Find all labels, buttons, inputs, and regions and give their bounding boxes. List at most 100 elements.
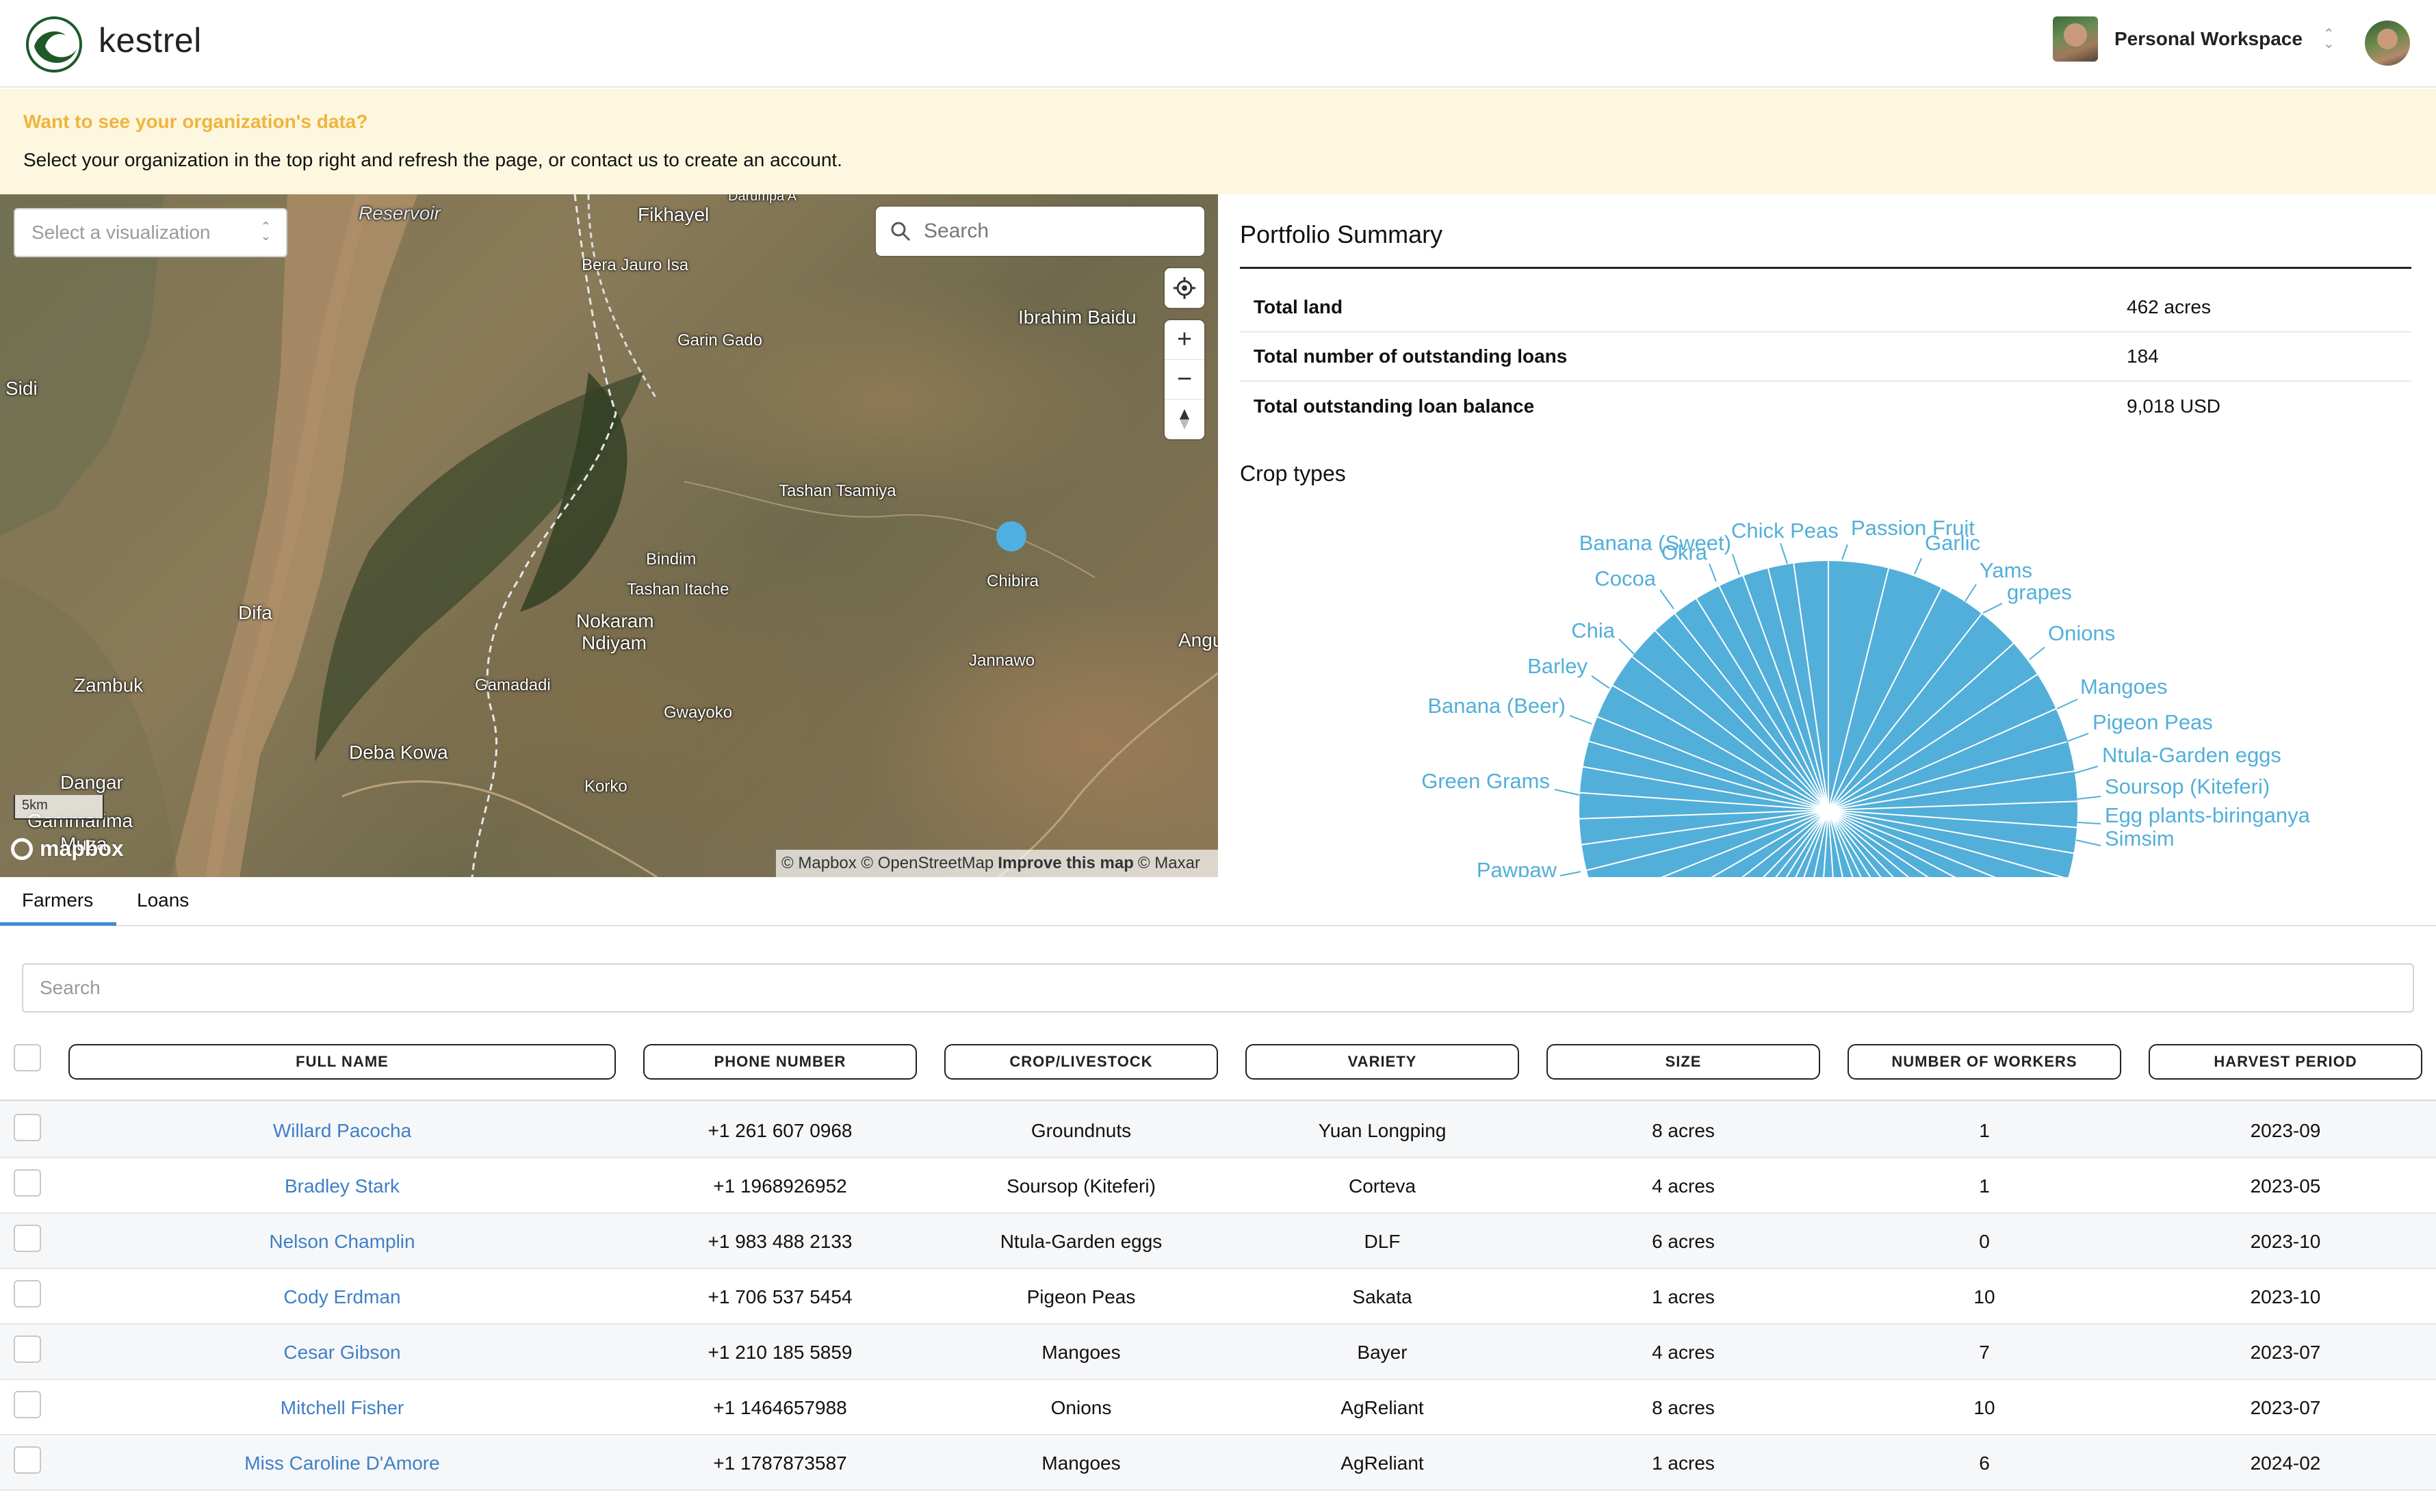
cell-size: 8 acres: [1652, 1119, 1715, 1141]
cell-full-name[interactable]: Cody Erdman: [68, 1269, 616, 1325]
geolocate-button[interactable]: [1165, 268, 1204, 308]
cell-workers: 0: [1979, 1230, 1990, 1252]
cell-phone: +1 706 537 5454: [708, 1286, 853, 1307]
map-search-placeholder: Search: [924, 220, 989, 242]
row-checkbox[interactable]: [14, 1114, 41, 1141]
table-search-input[interactable]: Search: [22, 963, 2414, 1013]
row-checkbox[interactable]: [14, 1335, 41, 1363]
user-avatar[interactable]: [2365, 21, 2410, 66]
pie-label: Green Grams: [1421, 769, 1550, 793]
reset-bearing-button[interactable]: [1165, 400, 1204, 439]
map-label-angu: Angu: [1178, 629, 1218, 651]
geolocate-control[interactable]: [1165, 268, 1204, 308]
kestrel-logo-icon[interactable]: [25, 15, 83, 74]
banner-text: Select your organization in the top righ…: [23, 149, 842, 170]
cell-harvest: 2023-10: [2250, 1286, 2321, 1307]
table-row[interactable]: Nelson Champlin +1 983 488 2133 Ntula-Gard…: [0, 1214, 2436, 1269]
attribution-maxar[interactable]: © Maxar: [1138, 854, 1200, 873]
attribution-osm[interactable]: © OpenStreetMap: [861, 854, 994, 873]
column-header-full-name[interactable]: FULL NAME: [68, 1044, 616, 1080]
farm-location-marker[interactable]: [996, 521, 1026, 551]
mapbox-icon: [11, 837, 33, 860]
table-row[interactable]: Willard Pacocha +1 261 607 0968 Groundnuts…: [0, 1103, 2436, 1158]
map-label-korko: Korko: [584, 777, 627, 796]
cell-full-name[interactable]: Willard Pacocha: [68, 1103, 616, 1158]
select-all-checkbox[interactable]: [14, 1044, 41, 1071]
map-search-input[interactable]: Search: [876, 207, 1204, 256]
pie-label-leader: [1780, 543, 1788, 564]
mapbox-logo[interactable]: mapbox: [11, 836, 124, 861]
column-header-phone[interactable]: PHONE NUMBER: [643, 1044, 917, 1080]
cell-size: 6 acres: [1652, 1230, 1715, 1252]
column-header-crop[interactable]: CROP/LIVESTOCK: [944, 1044, 1218, 1080]
pie-label-leader: [1965, 584, 1977, 602]
cell-phone: +1 261 607 0968: [708, 1119, 853, 1141]
column-header-variety[interactable]: VARIETY: [1245, 1044, 1519, 1080]
cell-harvest: 2023-07: [2250, 1396, 2321, 1418]
pie-label-leader: [2066, 733, 2089, 742]
banner-title: Want to see your organization's data?: [23, 111, 368, 132]
map-attribution: © Mapbox © OpenStreetMap Improve this ma…: [776, 850, 1218, 877]
cell-full-name[interactable]: Mitchell Fisher: [68, 1380, 616, 1435]
row-checkbox[interactable]: [14, 1169, 41, 1197]
cell-workers: 1: [1979, 1175, 1990, 1197]
row-checkbox[interactable]: [14, 1391, 41, 1418]
table-row[interactable]: Cesar Gibson +1 210 185 5859 Mangoes Bayer 4…: [0, 1325, 2436, 1380]
pie-label-leader: [2077, 796, 2101, 800]
visualization-select[interactable]: Select a visualization ⌃ ⌄: [14, 208, 287, 257]
pie-label-leader: [1914, 558, 1922, 575]
pie-label: Cocoa: [1594, 566, 1656, 590]
column-header-harvest[interactable]: HARVEST PERIOD: [2149, 1044, 2422, 1080]
tab-loans[interactable]: Loans: [137, 889, 189, 911]
cell-size: 4 acres: [1652, 1341, 1715, 1363]
cell-full-name[interactable]: Bradley Stark: [68, 1158, 616, 1214]
table-row[interactable]: Miss Caroline D'Amore +1 1787873587 Mangoe…: [0, 1435, 2436, 1491]
cell-full-name[interactable]: Nelson Champlin: [68, 1214, 616, 1269]
pie-label-leader: [2029, 647, 2045, 660]
column-header-size[interactable]: SIZE: [1546, 1044, 1820, 1080]
tab-farmers[interactable]: Farmers: [22, 889, 93, 911]
pie-label-leader: [1841, 544, 1848, 560]
zoom-in-button[interactable]: +: [1165, 320, 1204, 360]
pie-label: Onions: [2048, 621, 2115, 645]
cell-variety: DLF: [1364, 1230, 1401, 1252]
plus-icon: +: [1176, 325, 1193, 354]
row-checkbox[interactable]: [14, 1446, 41, 1474]
pie-label: Chick Peas: [1731, 519, 1839, 543]
terrain-layer: [0, 194, 1218, 877]
pie-label: Pawpaw: [1477, 858, 1557, 877]
workspace-selector[interactable]: Personal Workspace ⌃ ⌄: [2053, 16, 2335, 62]
cell-phone: +1 1787873587: [713, 1452, 847, 1474]
table-row[interactable]: Cody Erdman +1 706 537 5454 Pigeon Peas Sak…: [0, 1269, 2436, 1325]
cell-full-name[interactable]: Cesar Gibson: [68, 1325, 616, 1380]
pie-label: Chia: [1571, 618, 1616, 642]
table-search-placeholder: Search: [40, 977, 101, 998]
row-checkbox[interactable]: [14, 1280, 41, 1307]
attribution-mapbox[interactable]: © Mapbox: [781, 854, 857, 873]
map-label-ndiyam: Ndiyam: [582, 632, 647, 653]
cell-variety: AgReliant: [1340, 1396, 1424, 1418]
map-label-bindim: Bindim: [646, 550, 697, 569]
satellite-map[interactable]: Reservoir Darumpa A Fikhayel Bera Jauro …: [0, 194, 1218, 877]
pie-slices: [1579, 561, 2077, 877]
map-label-chibira: Chibira: [987, 572, 1039, 590]
row-checkbox[interactable]: [14, 1225, 41, 1252]
cell-workers: 1: [1979, 1119, 1990, 1141]
table-row[interactable]: Bradley Stark +1 1968926952 Soursop (Kitef…: [0, 1158, 2436, 1214]
zoom-controls[interactable]: + −: [1165, 320, 1204, 439]
zoom-out-button[interactable]: −: [1165, 360, 1204, 400]
improve-map-link[interactable]: Improve this map: [998, 854, 1134, 873]
cell-full-name[interactable]: Miss Caroline D'Amore: [68, 1435, 616, 1491]
table-row[interactable]: Mitchell Fisher +1 1464657988 Onions AgReli…: [0, 1380, 2436, 1435]
cell-workers: 7: [1979, 1341, 1990, 1363]
pie-label: Soursop (Kiteferi): [2105, 774, 2270, 798]
column-header-workers[interactable]: NUMBER OF WORKERS: [1848, 1044, 2121, 1080]
compass-icon: [1180, 409, 1189, 430]
pie-label: Pigeon Peas: [2092, 710, 2213, 734]
map-label-bera-jauro-isa: Bera Jauro Isa: [582, 256, 689, 274]
cell-size: 8 acres: [1652, 1396, 1715, 1418]
cell-phone: +1 210 185 5859: [708, 1341, 853, 1363]
crop-types-pie-chart[interactable]: Passion FruitGarlicYamsgrapesOnionsMango…: [1218, 194, 2436, 877]
cell-harvest: 2023-05: [2250, 1175, 2321, 1197]
map-label-gamadadi: Gamadadi: [475, 676, 551, 694]
